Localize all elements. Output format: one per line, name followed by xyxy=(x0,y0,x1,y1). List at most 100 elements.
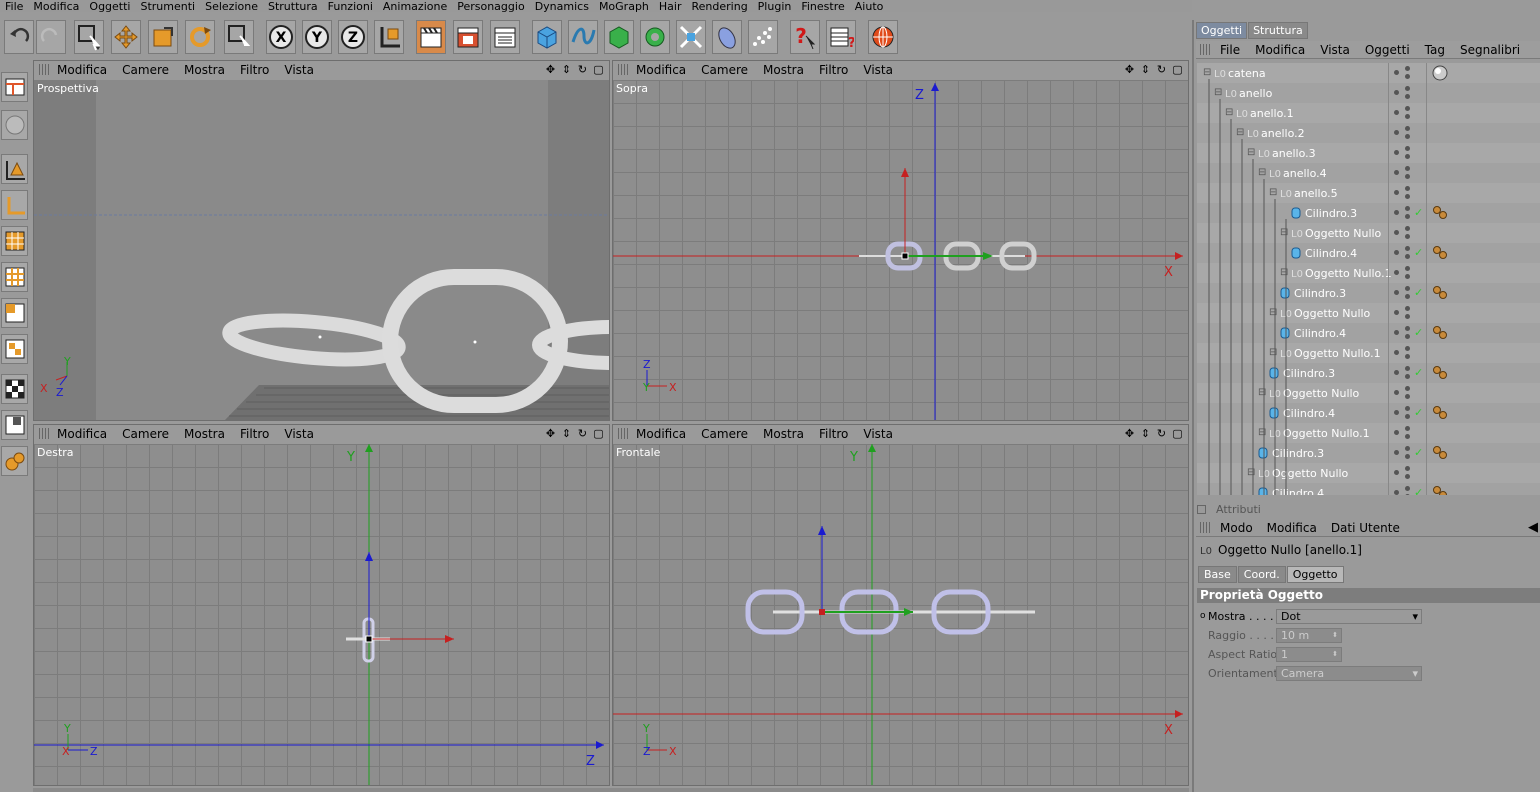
rotate-tool-button[interactable] xyxy=(185,20,215,54)
visibility-dots[interactable] xyxy=(1394,426,1418,440)
object-menu-item[interactable]: File xyxy=(1220,43,1240,57)
orbit-icon[interactable]: ↻ xyxy=(576,427,589,440)
enabled-check-icon[interactable]: ✓ xyxy=(1414,286,1423,299)
object-name[interactable]: Cilindro.4 xyxy=(1272,487,1324,495)
viewport-menu-item[interactable]: Mostra xyxy=(184,63,225,77)
tab-oggetti[interactable]: Oggetti xyxy=(1196,22,1248,39)
menu-item[interactable]: Animazione xyxy=(378,1,452,12)
object-name[interactable]: Cilindro.3 xyxy=(1283,367,1335,380)
object-name[interactable]: Cilindro.4 xyxy=(1283,407,1335,420)
pan-icon[interactable]: ✥ xyxy=(1123,63,1136,76)
menu-item[interactable]: Plugin xyxy=(753,1,797,12)
help-table-button[interactable]: ? xyxy=(826,20,856,54)
aspect-ratio-input[interactable]: 1 ⬍ xyxy=(1276,646,1342,662)
panel-checkbox[interactable] xyxy=(1197,504,1206,514)
visibility-dots[interactable] xyxy=(1394,226,1418,240)
object-tree-row[interactable]: ⊟ L0 Oggetto Nullo xyxy=(1197,463,1540,483)
viewport-menu-item[interactable]: Modifica xyxy=(636,427,686,441)
sculpt-mode-button[interactable] xyxy=(1,446,28,476)
orientamento-select[interactable]: Camera ▾ xyxy=(1276,665,1422,681)
axis-mode-button[interactable] xyxy=(1,190,28,220)
object-menu-item[interactable]: Vista xyxy=(1320,43,1350,57)
viewport-right[interactable]: Modifica Camere Mostra Filtro Vista ✥ ⇕ ↻ ▢… xyxy=(33,424,610,786)
edges-mode-button[interactable] xyxy=(1,262,28,292)
nurbs-button[interactable] xyxy=(604,20,634,54)
undo-button[interactable] xyxy=(4,20,34,54)
maximize-icon[interactable]: ▢ xyxy=(1171,63,1184,76)
points-mode-button[interactable] xyxy=(1,226,28,256)
visibility-dots[interactable] xyxy=(1394,126,1418,140)
menu-item[interactable]: Personaggio xyxy=(452,1,529,12)
maximize-icon[interactable]: ▢ xyxy=(592,63,605,76)
menu-item[interactable]: Aiuto xyxy=(850,1,889,12)
tab-coord[interactable]: Coord. xyxy=(1237,566,1286,583)
object-name[interactable]: anello.4 xyxy=(1283,167,1327,180)
viewport-menu-item[interactable]: Mostra xyxy=(763,63,804,77)
uv-mode-button[interactable] xyxy=(1,334,28,364)
viewport-menu-item[interactable]: Vista xyxy=(284,63,314,77)
enabled-check-icon[interactable]: ✓ xyxy=(1414,326,1423,339)
menu-item[interactable]: Dynamics xyxy=(530,1,594,12)
enabled-check-icon[interactable]: ✓ xyxy=(1414,206,1423,219)
visibility-dots[interactable] xyxy=(1394,266,1418,280)
grip-handle[interactable] xyxy=(39,64,49,75)
visibility-dots[interactable] xyxy=(1394,306,1418,320)
enabled-check-icon[interactable]: ✓ xyxy=(1414,246,1423,259)
render-picture-viewer-button[interactable] xyxy=(453,20,483,54)
object-name[interactable]: Oggetto Nullo.1 xyxy=(1294,347,1381,360)
menu-item[interactable]: Funzioni xyxy=(323,1,378,12)
y-axis-lock-button[interactable]: Y xyxy=(302,20,332,54)
object-menu-item[interactable]: Modifica xyxy=(1255,43,1305,57)
dolly-icon[interactable]: ⇕ xyxy=(560,63,573,76)
visibility-dots[interactable] xyxy=(1394,86,1418,100)
grip-handle[interactable] xyxy=(1200,522,1210,533)
object-name[interactable]: anello.2 xyxy=(1261,127,1305,140)
object-name[interactable]: Cilindro.3 xyxy=(1272,447,1324,460)
menu-item[interactable]: Strumenti xyxy=(135,1,200,12)
viewport-menu-item[interactable]: Filtro xyxy=(819,63,848,77)
animation-dot-icon[interactable]: o xyxy=(1200,611,1208,621)
raggio-input[interactable]: 10 m ⬍ xyxy=(1276,627,1342,643)
phong-tag-icon[interactable] xyxy=(1432,405,1448,421)
pan-icon[interactable]: ✥ xyxy=(544,427,557,440)
viewport-top[interactable]: Modifica Camere Mostra Filtro Vista ✥ ⇕ ↻ ▢… xyxy=(612,60,1189,421)
pan-icon[interactable]: ✥ xyxy=(1123,427,1136,440)
object-name[interactable]: anello.1 xyxy=(1250,107,1294,120)
phong-tag-icon[interactable] xyxy=(1432,325,1448,341)
object-name[interactable]: Oggetto Nullo xyxy=(1272,467,1348,480)
viewport-menu-item[interactable]: Filtro xyxy=(819,427,848,441)
maximize-icon[interactable]: ▢ xyxy=(1171,427,1184,440)
menu-item[interactable]: Oggetti xyxy=(84,1,135,12)
object-tree-row[interactable]: ⊟ L0 Oggetto Nullo xyxy=(1197,303,1540,323)
viewport-menu-item[interactable]: Filtro xyxy=(240,427,269,441)
viewport-menu-item[interactable]: Vista xyxy=(863,427,893,441)
orbit-icon[interactable]: ↻ xyxy=(576,63,589,76)
object-tree-row[interactable]: ⊟ L0 anello.5 xyxy=(1197,183,1540,203)
material-tag-icon[interactable] xyxy=(1432,65,1448,81)
collapse-arrow-icon[interactable]: ◀ xyxy=(1528,520,1538,535)
object-tree-row[interactable]: ⊟ L0 Oggetto Nullo.1 xyxy=(1197,343,1540,363)
z-axis-lock-button[interactable]: Z xyxy=(338,20,368,54)
object-tree-row[interactable]: ⊟ L0 anello xyxy=(1197,83,1540,103)
viewport-menu-item[interactable]: Vista xyxy=(284,427,314,441)
viewport-menu-item[interactable]: Mostra xyxy=(763,427,804,441)
viewport-menu-item[interactable]: Vista xyxy=(863,63,893,77)
enabled-check-icon[interactable]: ✓ xyxy=(1414,406,1423,419)
object-tree-row[interactable]: Cilindro.4 ✓ xyxy=(1197,243,1540,263)
menu-item[interactable]: File xyxy=(0,1,28,12)
scene-object-button[interactable] xyxy=(712,20,742,54)
cube-primitive-button[interactable] xyxy=(532,20,562,54)
mostra-select[interactable]: Dot ▾ xyxy=(1276,608,1422,624)
workplane-button[interactable] xyxy=(1,410,28,440)
render-view-button[interactable] xyxy=(416,20,446,54)
phong-tag-icon[interactable] xyxy=(1432,285,1448,301)
help-button[interactable]: ? xyxy=(790,20,820,54)
dolly-icon[interactable]: ⇕ xyxy=(1139,63,1152,76)
texture-mode-button[interactable] xyxy=(1,374,28,404)
x-axis-lock-button[interactable]: X xyxy=(266,20,296,54)
redo-button[interactable] xyxy=(36,20,66,54)
pan-icon[interactable]: ✥ xyxy=(544,63,557,76)
menu-item[interactable]: Hair xyxy=(654,1,687,12)
visibility-dots[interactable] xyxy=(1394,146,1418,160)
object-tree-row[interactable]: ⊟ L0 Oggetto Nullo.1 xyxy=(1197,263,1540,283)
